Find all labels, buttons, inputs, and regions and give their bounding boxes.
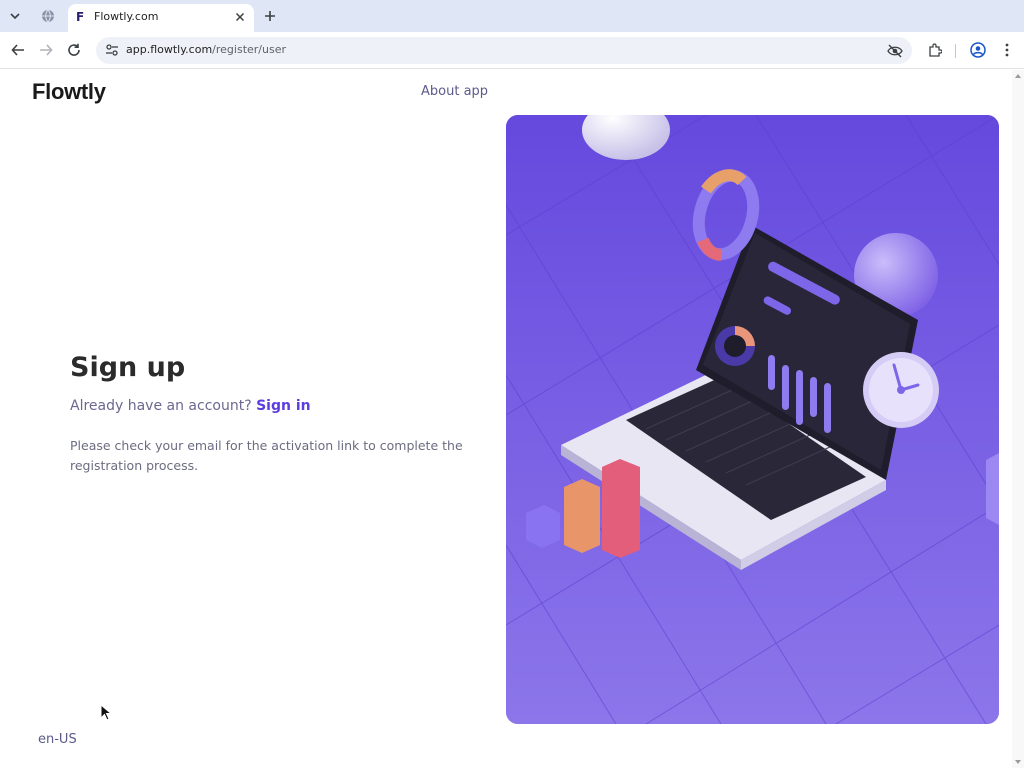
url-host: app.flowtly.com — [126, 43, 213, 56]
url-text: app.flowtly.com/register/user — [126, 43, 286, 56]
have-account-line: Already have an account? Sign in — [70, 398, 311, 414]
tune-icon[interactable] — [104, 42, 120, 58]
toolbar-divider — [955, 44, 956, 58]
arrow-left-icon[interactable] — [8, 40, 28, 60]
more-vert-icon[interactable] — [997, 40, 1017, 60]
close-icon[interactable] — [232, 9, 248, 25]
locale-selector[interactable]: en-US — [38, 732, 77, 747]
flowtly-favicon-icon: F — [76, 10, 85, 24]
browser-toolbar: app.flowtly.com/register/user — [0, 32, 1024, 69]
puzzle-icon[interactable] — [925, 40, 945, 60]
browser-tab-bar: F Flowtly.com — [0, 0, 1024, 32]
sign-in-link[interactable]: Sign in — [256, 398, 311, 414]
activation-notice: Please check your email for the activati… — [70, 438, 463, 473]
reload-icon[interactable] — [64, 40, 84, 60]
about-app-link[interactable]: About app — [421, 84, 488, 99]
laptop-dashboard-illustration — [506, 115, 999, 724]
page-content: Flowtly About app Sign up Already have a… — [0, 70, 1012, 768]
page-scrollbar[interactable] — [1012, 70, 1024, 768]
have-account-text: Already have an account? — [70, 398, 252, 414]
hero-illustration — [506, 115, 999, 724]
page-title: Sign up — [70, 352, 186, 383]
active-tab[interactable]: F Flowtly.com — [68, 4, 254, 32]
scroll-down-arrow-icon[interactable] — [1014, 758, 1022, 766]
tab-title: Flowtly.com — [94, 10, 159, 23]
globe-icon[interactable] — [36, 5, 60, 27]
url-path: /register/user — [212, 43, 286, 56]
profile-icon[interactable] — [968, 40, 988, 60]
mouse-cursor-icon — [100, 704, 112, 721]
arrow-right-icon[interactable] — [36, 40, 56, 60]
tab-search-chevron-down-icon[interactable] — [4, 5, 26, 27]
eye-off-icon[interactable] — [886, 42, 904, 60]
address-bar[interactable]: app.flowtly.com/register/user — [96, 37, 912, 64]
logo-text: Flowtly — [32, 79, 106, 104]
new-tab-plus-icon[interactable] — [260, 6, 280, 26]
scroll-up-arrow-icon[interactable] — [1014, 72, 1022, 80]
